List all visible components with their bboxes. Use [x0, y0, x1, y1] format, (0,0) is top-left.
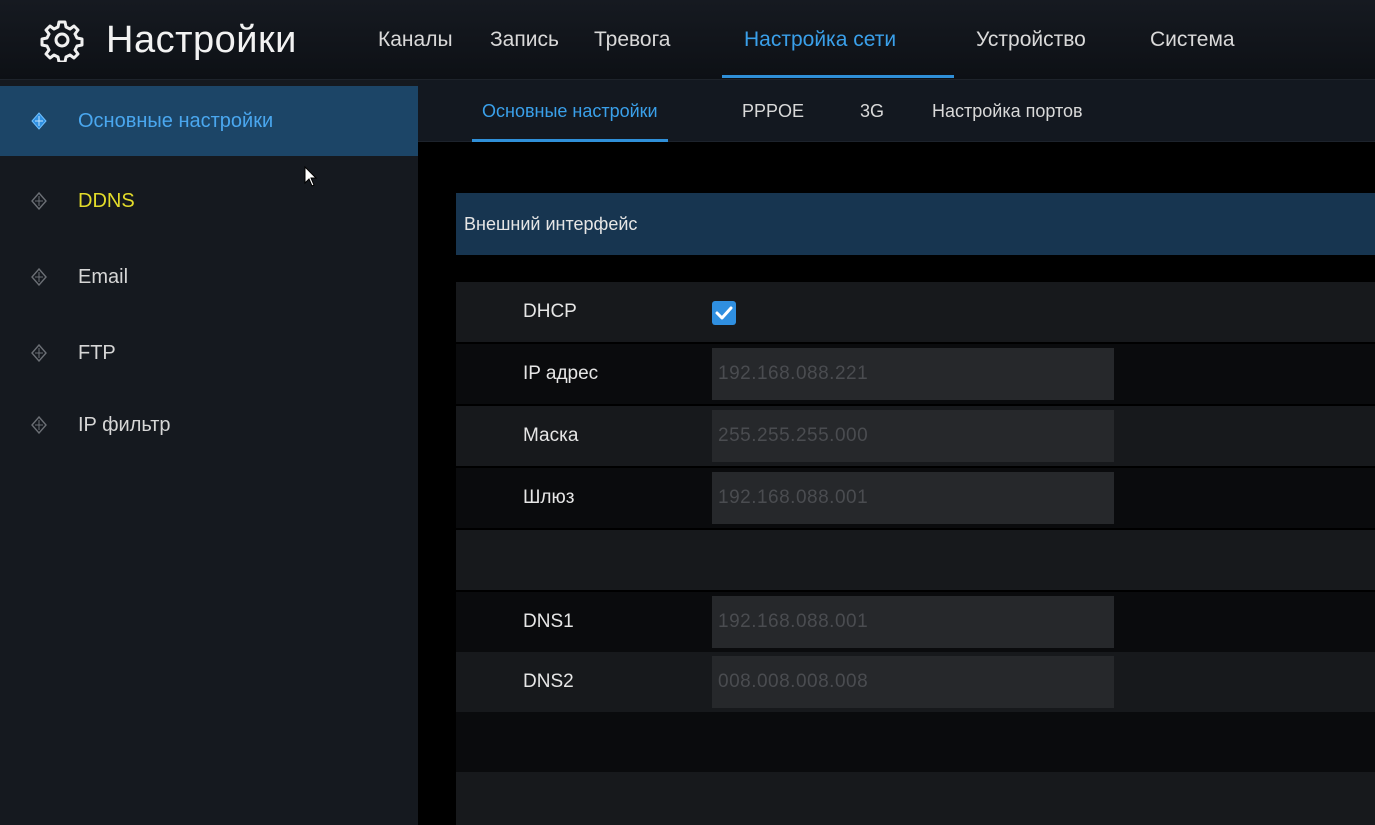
- dns2-label: DNS2: [523, 671, 574, 692]
- spacer-row: [456, 530, 1375, 590]
- diamond-icon: [31, 416, 47, 434]
- brand: Настройки: [40, 0, 297, 80]
- diamond-icon: [31, 268, 47, 286]
- spacer-row: [456, 772, 1375, 825]
- nav-alarm[interactable]: Тревога: [584, 0, 712, 80]
- sidebar-item-ip-filter[interactable]: IP фильтр: [0, 390, 418, 460]
- mouse-cursor-icon: [304, 166, 318, 187]
- ip-address-field[interactable]: 192.168.088.221: [712, 348, 1114, 400]
- nav-device[interactable]: Устройство: [954, 0, 1126, 80]
- nav-record[interactable]: Запись: [472, 0, 584, 80]
- dhcp-row: DHCP: [456, 282, 1375, 342]
- sidebar-item-label: Email: [78, 265, 129, 288]
- subtab-basic[interactable]: Основные настройки: [472, 80, 668, 142]
- gateway-field[interactable]: 192.168.088.001: [712, 472, 1114, 524]
- nav-channels[interactable]: Каналы: [368, 0, 472, 80]
- ip-row: IP адрес 192.168.088.221: [456, 344, 1375, 404]
- diamond-icon: [31, 192, 47, 210]
- diamond-icon: [31, 344, 47, 362]
- sidebar-item-ddns[interactable]: DDNS: [0, 166, 418, 236]
- gateway-row: Шлюз 192.168.088.001: [456, 468, 1375, 528]
- sidebar: Основные настройки DDNS Email FTP IP фил…: [0, 80, 418, 825]
- page-title: Настройки: [106, 18, 297, 61]
- main-nav: Каналы Запись Тревога Настройка сети Уст…: [368, 0, 1266, 80]
- dns1-label: DNS1: [523, 611, 574, 632]
- nav-system[interactable]: Система: [1126, 0, 1266, 80]
- gateway-label: Шлюз: [523, 487, 575, 508]
- spacer-row: [456, 712, 1375, 772]
- dns2-row: DNS2 008.008.008.008: [456, 652, 1375, 712]
- dhcp-label: DHCP: [523, 301, 577, 322]
- dns2-field[interactable]: 008.008.008.008: [712, 656, 1114, 708]
- sidebar-item-label: FTP: [78, 341, 116, 364]
- mask-label: Маска: [523, 425, 579, 446]
- subtab-ports[interactable]: Настройка портов: [932, 80, 1083, 142]
- main-panel: Основные настройки PPPOE 3G Настройка по…: [418, 80, 1375, 825]
- subtab-3g[interactable]: 3G: [860, 80, 884, 142]
- top-bar: Настройки Каналы Запись Тревога Настройк…: [0, 0, 1375, 80]
- sidebar-item-email[interactable]: Email: [0, 242, 418, 312]
- sub-tabs: Основные настройки PPPOE 3G Настройка по…: [418, 80, 1375, 142]
- subtab-pppoe[interactable]: PPPOE: [742, 80, 804, 142]
- mask-row: Маска 255.255.255.000: [456, 406, 1375, 466]
- app-window: Настройки Каналы Запись Тревога Настройк…: [0, 0, 1375, 825]
- checkmark-icon: [715, 306, 733, 320]
- sidebar-item-label: IP фильтр: [78, 413, 171, 436]
- sidebar-item-basic[interactable]: Основные настройки: [0, 86, 418, 156]
- dhcp-checkbox[interactable]: [712, 301, 736, 325]
- subnet-mask-field[interactable]: 255.255.255.000: [712, 410, 1114, 462]
- sidebar-item-ftp[interactable]: FTP: [0, 318, 418, 388]
- section-header: Внешний интерфейс: [456, 193, 1375, 255]
- sidebar-item-label: Основные настройки: [78, 109, 274, 132]
- dns1-field[interactable]: 192.168.088.001: [712, 596, 1114, 648]
- sidebar-item-label: DDNS: [78, 189, 135, 212]
- nav-network[interactable]: Настройка сети: [722, 0, 954, 80]
- ip-label: IP адрес: [523, 363, 599, 384]
- diamond-icon: [31, 112, 47, 130]
- dns1-row: DNS1 192.168.088.001: [456, 592, 1375, 652]
- gear-icon: [40, 20, 84, 62]
